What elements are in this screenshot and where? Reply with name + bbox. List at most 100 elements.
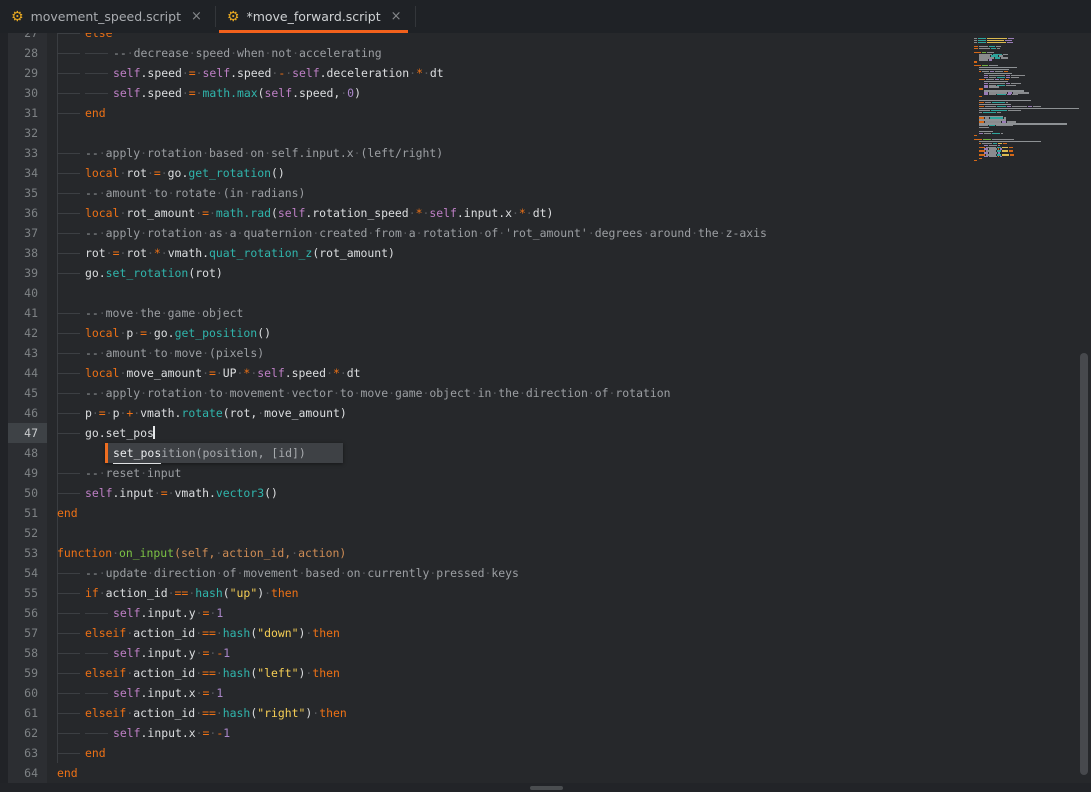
- code-line[interactable]: --·amount·to·rotate·(in·radians): [47, 183, 1091, 203]
- line-number[interactable]: 59: [0, 663, 47, 683]
- code-line[interactable]: function·on_input(self,·action_id,·actio…: [47, 543, 1091, 563]
- code-line[interactable]: end: [47, 103, 1091, 123]
- code-line[interactable]: self.input·=·vmath.vector3(): [47, 483, 1091, 503]
- line-number[interactable]: 47: [8, 423, 47, 443]
- tab-whitespace-dash: [57, 63, 85, 83]
- line-number[interactable]: 46: [0, 403, 47, 423]
- code-line[interactable]: --·decrease·speed·when·not·accelerating: [47, 43, 1091, 63]
- code-line[interactable]: elseif·action_id·==·hash("left")·then: [47, 663, 1091, 683]
- code-line[interactable]: --·apply·rotation·to·movement·vector·to·…: [47, 383, 1091, 403]
- line-number[interactable]: 44: [0, 363, 47, 383]
- minimap-segment: [1009, 150, 1013, 152]
- vertical-scrollbar-thumb[interactable]: [1080, 353, 1088, 775]
- tab-whitespace-dash: [57, 723, 85, 743]
- close-icon[interactable]: ×: [391, 9, 402, 24]
- line-number[interactable]: 58: [0, 643, 47, 663]
- code-line[interactable]: rot·=·rot·*·vmath.quat_rotation_z(rot_am…: [47, 243, 1091, 263]
- code-line[interactable]: self.speed·=·math.max(self.speed,·0): [47, 83, 1091, 103]
- code-line[interactable]: end: [47, 503, 1091, 523]
- line-number[interactable]: 33: [0, 143, 47, 163]
- code-line[interactable]: self.input.x·=·-1: [47, 723, 1091, 743]
- line-number[interactable]: 63: [0, 743, 47, 763]
- code-line[interactable]: local·p·=·go.get_position(): [47, 323, 1091, 343]
- code-line[interactable]: --·apply·rotation·as·a·quaternion·create…: [47, 223, 1091, 243]
- line-number[interactable]: 62: [0, 723, 47, 743]
- line-number[interactable]: 27: [0, 33, 47, 43]
- code-line[interactable]: self.input.x·=·1: [47, 683, 1091, 703]
- line-number[interactable]: 64: [0, 763, 47, 783]
- code-line[interactable]: end: [47, 763, 1091, 783]
- tab-whitespace-dash: [85, 83, 113, 103]
- gear-icon: ⚙: [226, 8, 240, 25]
- line-number[interactable]: 45: [0, 383, 47, 403]
- line-number[interactable]: 50: [0, 483, 47, 503]
- line-number[interactable]: 53: [0, 543, 47, 563]
- line-number[interactable]: 40: [0, 283, 47, 303]
- autocomplete-item[interactable]: set_pos ition(position, [id]): [105, 443, 343, 464]
- code-area[interactable]: else --·decrease·speed·when·not·accelerat…: [47, 33, 1091, 783]
- code-line[interactable]: --·reset·input: [47, 463, 1091, 483]
- line-number[interactable]: 61: [0, 703, 47, 723]
- code-line[interactable]: --·update·direction·of·movement·based·on…: [47, 563, 1091, 583]
- line-number[interactable]: 31: [0, 103, 47, 123]
- line-number[interactable]: 57: [0, 623, 47, 643]
- tab-whitespace-dash: [57, 163, 85, 183]
- line-number[interactable]: 39: [0, 263, 47, 283]
- minimap[interactable]: [974, 38, 1086, 162]
- code-editor[interactable]: 27 28 29 30 31 32 33 34 35 36 37 38 39 40 41 42 43 44 45 46…: [0, 33, 1091, 783]
- tab-whitespace-dash: [57, 323, 85, 343]
- line-number[interactable]: 36: [0, 203, 47, 223]
- line-number[interactable]: 56: [0, 603, 47, 623]
- line-number[interactable]: 32: [0, 123, 47, 143]
- line-number[interactable]: 48: [0, 443, 47, 463]
- line-number[interactable]: 43: [0, 343, 47, 363]
- line-number[interactable]: 41: [0, 303, 47, 323]
- line-number[interactable]: 42: [0, 323, 47, 343]
- tab-whitespace-dash: [57, 603, 85, 623]
- line-number[interactable]: 60: [0, 683, 47, 703]
- horizontal-scrollbar-thumb[interactable]: [530, 786, 563, 790]
- code-line[interactable]: --·amount·to·move·(pixels): [47, 343, 1091, 363]
- code-line[interactable]: p·=·p·+·vmath.rotate(rot,·move_amount): [47, 403, 1091, 423]
- code-line[interactable]: self.speed·=·self.speed·-·self.decelerat…: [47, 63, 1091, 83]
- code-line[interactable]: local·rot_amount·=·math.rad(self.rotatio…: [47, 203, 1091, 223]
- line-number[interactable]: 52: [0, 523, 47, 543]
- line-number[interactable]: 29: [0, 63, 47, 83]
- line-number[interactable]: 51: [0, 503, 47, 523]
- minimap-segment: [984, 94, 988, 96]
- line-number[interactable]: 49: [0, 463, 47, 483]
- minimap-segment: [979, 59, 988, 61]
- tab-whitespace-dash: [57, 33, 85, 43]
- line-number[interactable]: 37: [0, 223, 47, 243]
- code-line[interactable]: --·move·the·game·object: [47, 303, 1091, 323]
- code-line[interactable]: end: [47, 743, 1091, 763]
- line-number[interactable]: 30: [0, 83, 47, 103]
- code-line[interactable]: go.set_pos: [47, 423, 1091, 443]
- code-line[interactable]: elseif·action_id·==·hash("down")·then: [47, 623, 1091, 643]
- code-line[interactable]: local·rot·=·go.get_rotation(): [47, 163, 1091, 183]
- line-number[interactable]: 35: [0, 183, 47, 203]
- code-line[interactable]: local·move_amount·=·UP·*·self.speed·*·dt: [47, 363, 1091, 383]
- code-line[interactable]: --·apply·rotation·based·on·self.input.x·…: [47, 143, 1091, 163]
- line-number[interactable]: 54: [0, 563, 47, 583]
- code-line[interactable]: [47, 283, 1091, 303]
- minimap-segment: [998, 156, 999, 158]
- gear-icon: ⚙: [11, 8, 24, 25]
- code-line[interactable]: [47, 123, 1091, 143]
- line-number[interactable]: 28: [0, 43, 47, 63]
- code-line[interactable]: [47, 523, 1091, 543]
- line-number[interactable]: 34: [0, 163, 47, 183]
- line-number[interactable]: 38: [0, 243, 47, 263]
- tab-move-forward-script[interactable]: ⚙ *move_forward.script ×: [216, 0, 415, 33]
- code-line[interactable]: elseif·action_id·==·hash("right")·then: [47, 703, 1091, 723]
- code-line[interactable]: else: [47, 33, 1091, 43]
- minimap-segment: [974, 47, 978, 49]
- code-line[interactable]: self.input.y·=·-1: [47, 643, 1091, 663]
- tab-divider: [414, 6, 416, 27]
- close-icon[interactable]: ×: [191, 9, 202, 24]
- code-line[interactable]: self.input.y·=·1: [47, 603, 1091, 623]
- code-line[interactable]: go.set_rotation(rot): [47, 263, 1091, 283]
- code-line[interactable]: if·action_id·==·hash("up")·then: [47, 583, 1091, 603]
- tab-movement-speed-script[interactable]: ⚙ movement_speed.script ×: [0, 0, 215, 33]
- line-number[interactable]: 55: [0, 583, 47, 603]
